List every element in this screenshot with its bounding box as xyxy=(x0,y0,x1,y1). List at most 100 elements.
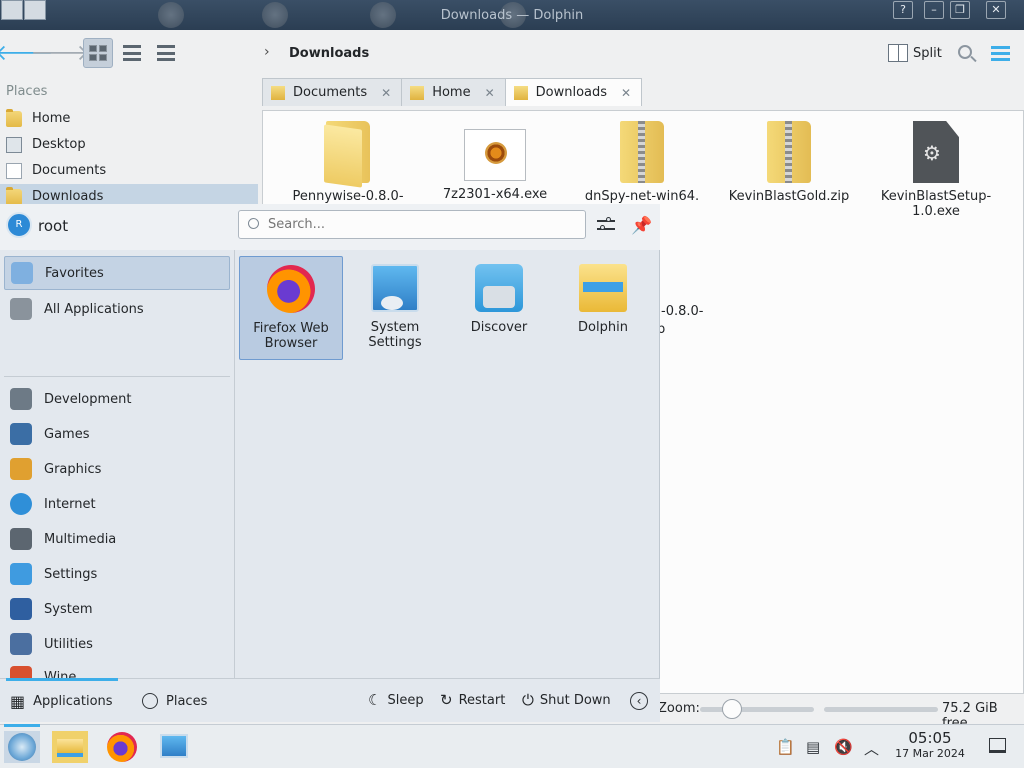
close-tab-icon[interactable]: ✕ xyxy=(381,86,391,100)
documents-icon xyxy=(6,162,22,179)
taskbar-firefox[interactable] xyxy=(104,731,140,763)
application-launcher-button[interactable] xyxy=(4,724,40,763)
file-item[interactable]: KevinBlastGold.zip xyxy=(714,121,864,204)
launcher-search-input[interactable] xyxy=(238,210,586,239)
all-applications-icon xyxy=(10,298,32,320)
category-label: All Applications xyxy=(44,301,144,317)
split-button[interactable]: Split xyxy=(888,44,942,62)
taskbar-system-settings[interactable] xyxy=(156,731,192,763)
tab-documents[interactable]: Documents ✕ xyxy=(262,78,403,106)
user-name: root xyxy=(38,217,69,235)
split-label: Split xyxy=(913,45,942,61)
category-graphics[interactable]: Graphics xyxy=(4,452,230,486)
desktop-icon xyxy=(6,136,22,153)
category-label: Favorites xyxy=(45,265,104,281)
applications-tab-label: Applications xyxy=(33,693,113,709)
app-label: Settings xyxy=(368,335,422,350)
close-tab-icon[interactable]: ✕ xyxy=(485,86,495,100)
breadcrumb-arrow-icon[interactable]: › xyxy=(264,44,270,60)
category-settings[interactable]: Settings xyxy=(4,557,230,591)
category-internet[interactable]: Internet xyxy=(4,487,230,521)
icons-view-button[interactable] xyxy=(83,38,113,68)
tab-label: Home xyxy=(432,85,471,100)
show-desktop-icon[interactable] xyxy=(989,738,1006,753)
category-favorites[interactable]: Favorites xyxy=(4,256,230,290)
clock[interactable]: 05:05 17 Mar 2024 xyxy=(886,729,974,760)
dolphin-icon xyxy=(57,739,83,757)
file-item[interactable]: 7z2301-x64.exe xyxy=(420,121,570,202)
split-view-icon xyxy=(888,44,908,62)
category-label: Multimedia xyxy=(44,531,117,547)
restart-button[interactable]: ↻ Restart xyxy=(440,691,505,709)
place-home[interactable]: Home xyxy=(0,106,258,131)
application-launcher: R root 📌 Favorites All Applications Deve… xyxy=(0,204,660,722)
search-icon[interactable] xyxy=(958,45,972,59)
tab-downloads[interactable]: Downloads ✕ xyxy=(504,78,643,106)
tab-label: Documents xyxy=(293,85,368,100)
shutdown-button[interactable]: ⏻ Shut Down xyxy=(522,691,611,709)
firefox-icon xyxy=(107,732,137,762)
file-item[interactable]: Pennywise-0.8.0- xyxy=(273,121,423,204)
compact-view-icon xyxy=(123,45,141,61)
sleep-button[interactable]: ☾ Sleep xyxy=(368,691,424,709)
hamburger-menu-icon[interactable] xyxy=(991,46,1010,61)
zoom-slider[interactable] xyxy=(700,707,814,712)
status-bar: Zoom: 75.2 GiB free xyxy=(656,697,1024,731)
place-label: Downloads xyxy=(32,189,104,204)
avatar[interactable]: R xyxy=(6,212,32,238)
file-name: dnSpy-net-win64. xyxy=(584,189,700,204)
pin-icon[interactable]: 📌 xyxy=(631,216,652,236)
category-label: Utilities xyxy=(44,636,93,652)
details-view-button[interactable] xyxy=(151,38,181,68)
close-tab-icon[interactable]: ✕ xyxy=(621,86,631,100)
app-label: Dolphin xyxy=(578,320,628,335)
more-options-button[interactable]: ‹ xyxy=(630,692,648,710)
maximize-button[interactable]: ❐ xyxy=(950,1,970,19)
place-label: Home xyxy=(32,111,71,126)
app-dolphin[interactable]: Dolphin xyxy=(551,256,655,360)
downloads-folder-icon xyxy=(6,186,22,205)
minimize-button[interactable]: – xyxy=(924,1,944,19)
help-button[interactable]: ? xyxy=(893,1,913,19)
category-all-applications[interactable]: All Applications xyxy=(4,292,230,326)
category-label: Development xyxy=(44,391,132,407)
app-discover[interactable]: Discover xyxy=(447,256,551,360)
place-desktop[interactable]: Desktop xyxy=(0,132,258,157)
taskbar-dolphin[interactable] xyxy=(52,731,88,763)
folder-icon xyxy=(271,85,285,100)
app-firefox[interactable]: Firefox Web Browser xyxy=(239,256,343,360)
category-label: System xyxy=(44,601,93,617)
place-documents[interactable]: Documents xyxy=(0,158,258,183)
close-button[interactable]: ✕ xyxy=(986,1,1006,19)
category-label: Settings xyxy=(44,566,98,582)
app-label: Browser xyxy=(264,336,318,351)
applications-tab[interactable]: ▦ Applications xyxy=(6,678,118,723)
zoom-slider-handle[interactable] xyxy=(722,699,742,719)
shutdown-label: Shut Down xyxy=(539,692,611,708)
forward-button[interactable]: 🡒 xyxy=(31,38,90,68)
clipboard-icon[interactable]: 📋 xyxy=(776,738,795,756)
category-development[interactable]: Development xyxy=(4,382,230,416)
notes-icon[interactable]: ▤ xyxy=(806,738,820,756)
graphics-icon xyxy=(10,458,32,480)
audio-muted-icon[interactable]: 🔇 xyxy=(834,738,853,756)
zip-archive-icon xyxy=(620,121,664,183)
places-panel: Places Home Desktop Documents Downloads xyxy=(0,80,258,210)
file-item[interactable]: dnSpy-net-win64. xyxy=(567,121,717,204)
category-multimedia[interactable]: Multimedia xyxy=(4,522,230,556)
breadcrumb-current[interactable]: Downloads xyxy=(289,46,369,61)
compact-view-button[interactable] xyxy=(117,38,147,68)
tab-home[interactable]: Home ✕ xyxy=(401,78,506,106)
chevron-up-icon[interactable]: ︿ xyxy=(864,738,879,759)
app-system-settings[interactable]: System Settings xyxy=(343,256,447,360)
system-settings-icon xyxy=(371,264,419,312)
places-tab[interactable]: Places xyxy=(142,679,207,723)
configure-icon[interactable] xyxy=(597,216,615,234)
category-utilities[interactable]: Utilities xyxy=(4,627,230,661)
window-titlebar[interactable]: Downloads — Dolphin ? – ❐ ✕ xyxy=(0,0,1024,30)
file-name-partial[interactable]: -0.8.0- xyxy=(661,304,703,319)
file-item[interactable]: KevinBlastSetup-1.0.exe xyxy=(861,121,1011,219)
category-games[interactable]: Games xyxy=(4,417,230,451)
category-system[interactable]: System xyxy=(4,592,230,626)
favorites-icon xyxy=(11,262,33,284)
